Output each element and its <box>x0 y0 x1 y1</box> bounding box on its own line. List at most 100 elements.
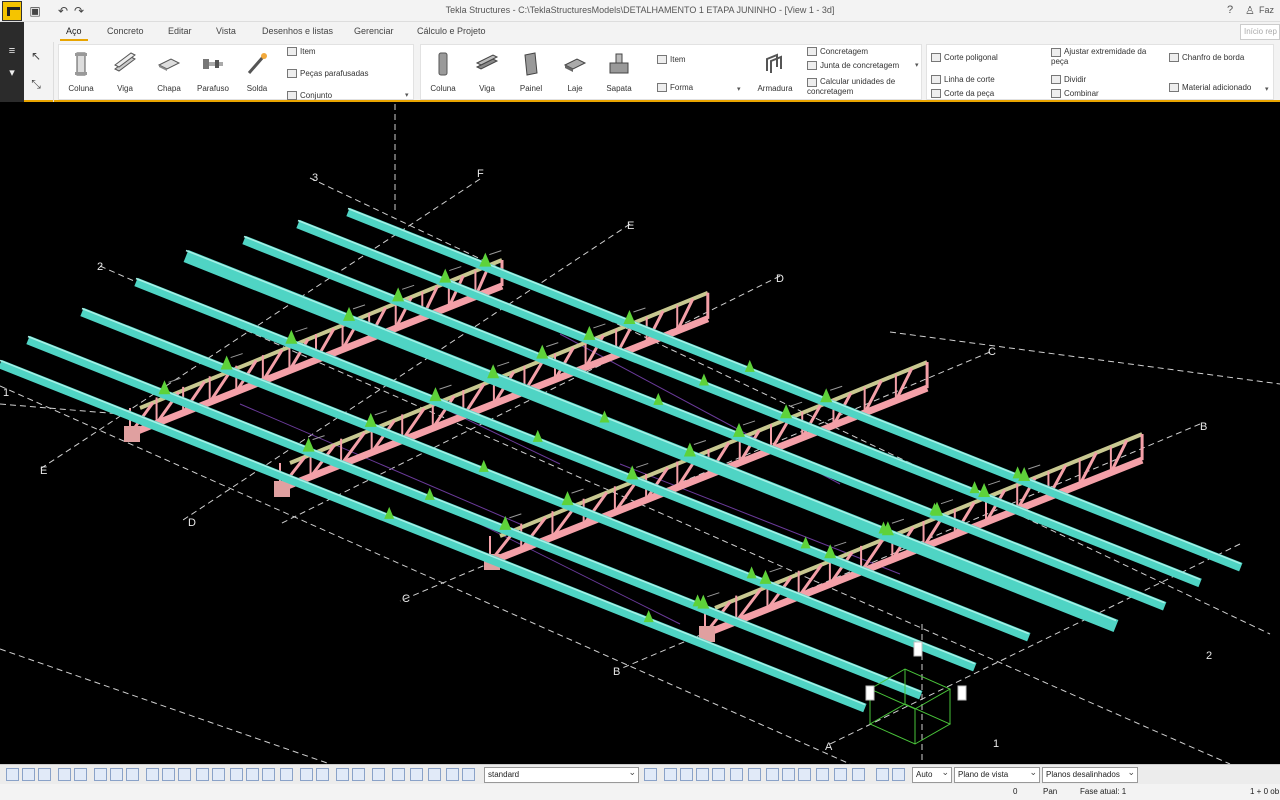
expand-down-icon[interactable]: ▾ <box>5 66 19 80</box>
toolbar-tool-icon[interactable] <box>94 768 107 781</box>
snap-option-icon[interactable] <box>892 768 905 781</box>
toolbar-tool-icon[interactable] <box>162 768 175 781</box>
concrete-item-button[interactable]: Item <box>657 55 686 65</box>
planes-option-select[interactable]: Planos desalinhados <box>1042 767 1138 783</box>
line-cut-button[interactable]: Linha de corte <box>931 75 995 85</box>
toolbar-tool-icon[interactable] <box>336 768 349 781</box>
toolbar-tool-icon[interactable] <box>146 768 159 781</box>
tab-concreto[interactable]: Concreto <box>107 26 144 36</box>
snap-option-icon[interactable] <box>712 768 725 781</box>
help-button[interactable]: ? <box>1227 4 1233 16</box>
split-button[interactable]: Dividir <box>1051 75 1086 85</box>
toolbar-tool-icon[interactable] <box>6 768 19 781</box>
rebar-icon <box>766 53 782 73</box>
toolbar-tool-icon[interactable] <box>230 768 243 781</box>
connection-leader <box>509 513 522 519</box>
concrete-column-button[interactable]: Coluna <box>425 51 461 93</box>
selection-filter-select[interactable]: standard <box>484 767 639 783</box>
steel-beam-button[interactable]: Viga <box>107 51 143 93</box>
pour-break-button[interactable]: Junta de concretagem <box>807 61 899 71</box>
toolbar-tool-icon[interactable] <box>446 768 459 781</box>
snap-option-icon[interactable] <box>816 768 829 781</box>
snap-option-icon[interactable] <box>834 768 847 781</box>
slab-button[interactable]: Laje <box>557 51 593 93</box>
pour-icon <box>807 47 817 57</box>
snap-option-icon[interactable] <box>852 768 865 781</box>
snap-option-icon[interactable] <box>782 768 795 781</box>
plate-button[interactable]: Chapa <box>151 51 187 93</box>
slab-icon <box>563 58 587 72</box>
toolbar-tool-icon[interactable] <box>246 768 259 781</box>
snap-option-icon[interactable] <box>876 768 889 781</box>
formwork-button[interactable]: Forma <box>657 83 693 93</box>
snap-option-icon[interactable] <box>730 768 743 781</box>
assembly-button[interactable]: Conjunto <box>287 91 332 101</box>
tab-calculo-e-projeto[interactable]: Cálculo e Projeto <box>417 26 486 36</box>
steel-column-button[interactable]: Coluna <box>63 51 99 93</box>
toolbar-tool-icon[interactable] <box>280 768 293 781</box>
user-icon[interactable]: ♙ <box>1245 4 1255 17</box>
toolbar-tool-icon[interactable] <box>462 768 475 781</box>
edit-panel-expand-icon[interactable]: ▾ <box>1265 85 1269 93</box>
toolbar-tool-icon[interactable] <box>428 768 441 781</box>
toolbar-tool-icon[interactable] <box>316 768 329 781</box>
pour-button[interactable]: Concretagem <box>807 47 868 57</box>
toolbar-tool-icon[interactable] <box>178 768 191 781</box>
toolbar-tool-icon[interactable] <box>410 768 423 781</box>
tab-gerenciar[interactable]: Gerenciar <box>354 26 394 36</box>
tab-vista[interactable]: Vista <box>216 26 236 36</box>
toolbar-tool-icon[interactable] <box>58 768 71 781</box>
toolbar-tool-icon[interactable] <box>38 768 51 781</box>
toolbar-tool-icon[interactable] <box>110 768 123 781</box>
toolbar-tool-icon[interactable] <box>126 768 139 781</box>
weld-button[interactable]: Solda <box>239 51 275 93</box>
toolbar-tool-icon[interactable] <box>392 768 405 781</box>
toolbar-tool-icon[interactable] <box>196 768 209 781</box>
toolbar-tool-icon[interactable] <box>352 768 365 781</box>
toolbar-tool-icon[interactable] <box>372 768 385 781</box>
menu-icon[interactable]: ≡ <box>5 44 19 58</box>
model-viewport[interactable]: 3 F E D C B 2 1 E D C B A 1 2 <box>0 104 1280 764</box>
title-bar: ▣ ↶ ↷ Tekla Structures - C:\TeklaStructu… <box>0 0 1280 22</box>
concrete-beam-button[interactable]: Viga <box>469 51 505 93</box>
search-input[interactable]: Início rep <box>1240 24 1280 40</box>
tab-aco[interactable]: Aço <box>60 26 87 41</box>
snap-option-icon[interactable] <box>696 768 709 781</box>
edge-chamfer-button[interactable]: Chanfro de borda <box>1169 53 1244 63</box>
transform-icon[interactable]: ⤡ <box>28 76 44 92</box>
pour-break-dropdown-icon[interactable]: ▾ <box>915 61 919 69</box>
polygon-cut-button[interactable]: Corte poligonal <box>931 53 998 63</box>
snap-option-icon[interactable] <box>766 768 779 781</box>
user-name[interactable]: Faz <box>1259 5 1274 15</box>
model-3d-view[interactable]: 3 F E D C B 2 1 E D C B A 1 2 <box>0 104 1280 764</box>
select-arrow-icon[interactable]: ↖ <box>28 48 44 64</box>
calculate-pour-units-button[interactable]: Calcular unidades de concretagem <box>807 77 913 97</box>
rebar-button[interactable]: Armadura <box>757 51 793 93</box>
steel-panel-expand-icon[interactable]: ▾ <box>405 91 409 99</box>
steel-item-button[interactable]: Item <box>287 47 316 57</box>
snap-option-icon[interactable] <box>664 768 677 781</box>
fit-part-end-button[interactable]: Ajustar extremidade da peça <box>1051 47 1161 67</box>
snap-option-icon[interactable] <box>798 768 811 781</box>
snap-option-icon[interactable] <box>748 768 761 781</box>
toolbar-tool-icon[interactable] <box>212 768 225 781</box>
tab-editar[interactable]: Editar <box>168 26 192 36</box>
added-material-button[interactable]: Material adicionado <box>1169 83 1251 93</box>
toolbar-tool-icon[interactable] <box>74 768 87 781</box>
footing-button[interactable]: Sapata <box>601 51 637 93</box>
combine-button[interactable]: Combinar <box>1051 89 1099 99</box>
bolt-button[interactable]: Parafuso <box>195 51 231 93</box>
part-cut-button[interactable]: Corte da peça <box>931 89 994 99</box>
toolbar-tool-icon[interactable] <box>262 768 275 781</box>
bolted-parts-button[interactable]: Peças parafusadas <box>287 69 369 79</box>
snap-option-icon[interactable] <box>680 768 693 781</box>
work-plane-select[interactable]: Plano de vista <box>954 767 1040 783</box>
panel-button[interactable]: Painel <box>513 51 549 93</box>
filter-settings-icon[interactable] <box>644 768 657 781</box>
snap-mode-select[interactable]: Auto <box>912 767 952 783</box>
bolt-label: Parafuso <box>196 84 230 93</box>
tab-desenhos-e-listas[interactable]: Desenhos e listas <box>262 26 333 36</box>
toolbar-tool-icon[interactable] <box>300 768 313 781</box>
formwork-dropdown-icon[interactable]: ▾ <box>737 85 741 93</box>
toolbar-tool-icon[interactable] <box>22 768 35 781</box>
